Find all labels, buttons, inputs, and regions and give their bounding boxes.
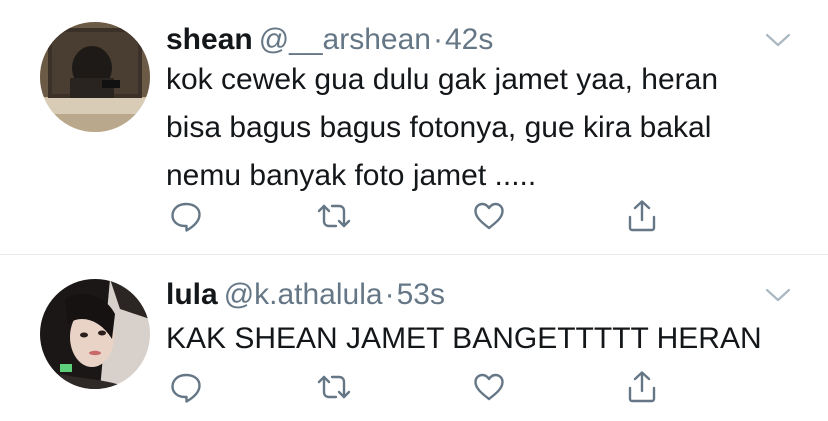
profile-photo-icon bbox=[40, 22, 150, 132]
retweet-icon[interactable] bbox=[314, 198, 354, 234]
share-icon[interactable] bbox=[622, 369, 662, 405]
timeline: shean @__arshean·42s kok cewek gua dulu g… bbox=[0, 0, 828, 421]
tweet-actions bbox=[166, 369, 666, 405]
tweet[interactable]: lula @k.athalula·53s KAK SHEAN JAMET BANG… bbox=[0, 255, 828, 421]
tweet-text: KAK SHEAN JAMET BANGETTTTT HERAN bbox=[166, 322, 762, 355]
tweet-header: lula @k.athalula·53s bbox=[166, 275, 768, 315]
tweet-actions bbox=[166, 198, 666, 234]
display-name[interactable]: shean bbox=[166, 23, 253, 56]
avatar[interactable] bbox=[40, 22, 150, 132]
user-handle[interactable]: @__arshean bbox=[259, 23, 431, 56]
more-options-chevron-icon[interactable] bbox=[764, 285, 792, 305]
timestamp[interactable]: 53s bbox=[397, 278, 445, 311]
share-icon[interactable] bbox=[622, 198, 662, 234]
like-icon[interactable] bbox=[469, 198, 509, 234]
avatar[interactable] bbox=[40, 279, 150, 389]
user-handle[interactable]: @k.athalula bbox=[224, 278, 383, 311]
more-options-chevron-icon[interactable] bbox=[764, 30, 792, 50]
tweet[interactable]: shean @__arshean·42s kok cewek gua dulu g… bbox=[0, 0, 828, 254]
separator-dot: · bbox=[432, 23, 443, 56]
tweet-text: kok cewek gua dulu gak jamet yaa, heran … bbox=[166, 63, 718, 192]
display-name[interactable]: lula bbox=[166, 278, 218, 311]
tweet-header: shean @__arshean·42s bbox=[166, 20, 768, 60]
reply-icon[interactable] bbox=[166, 198, 206, 234]
like-icon[interactable] bbox=[469, 369, 509, 405]
retweet-icon[interactable] bbox=[314, 369, 354, 405]
profile-photo-icon bbox=[40, 279, 150, 389]
reply-icon[interactable] bbox=[166, 369, 206, 405]
separator-dot: · bbox=[384, 278, 395, 311]
timestamp[interactable]: 42s bbox=[445, 23, 493, 56]
